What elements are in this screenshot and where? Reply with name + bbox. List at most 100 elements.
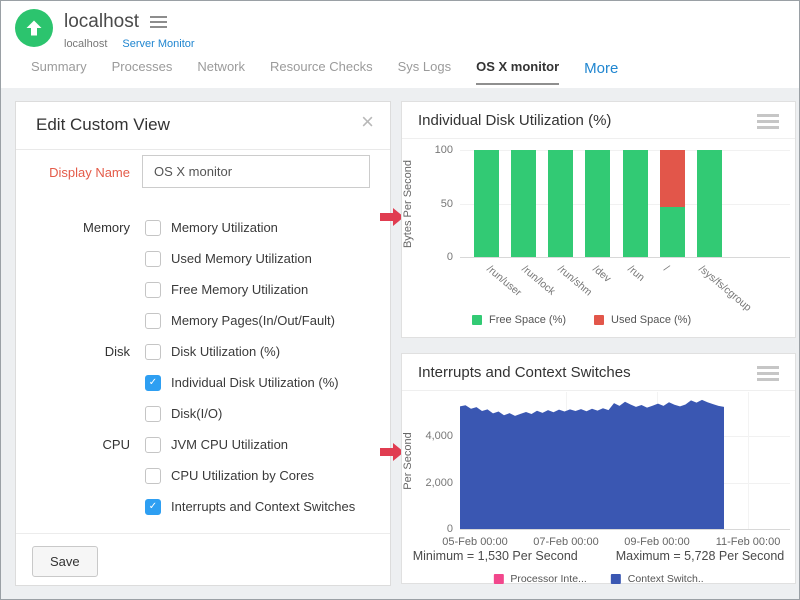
legend-swatch	[472, 315, 482, 325]
maximum-value: Maximum = 5,728 Per Second	[616, 549, 785, 563]
bar-/	[660, 150, 685, 257]
y-tick: 2,000	[425, 477, 453, 489]
tab-sys-logs[interactable]: Sys Logs	[398, 59, 451, 83]
x-tick-label: 07-Feb 00:00	[533, 536, 598, 548]
bar-/run	[623, 150, 648, 257]
checkbox-row: Disk Disk Utilization (%)	[16, 336, 390, 367]
checkbox-row: Used Memory Utilization	[16, 243, 390, 274]
checkbox-row: Disk(I/O)	[16, 398, 390, 429]
disk-chart-plot: Bytes Per Second 100500 /run/user/run/lo…	[460, 150, 790, 258]
x-tick-label: /	[661, 263, 671, 274]
legend-item: Processor Inte...	[493, 573, 586, 585]
checkbox-row: Memory Pages(In/Out/Fault)	[16, 305, 390, 336]
disk-chart-legend: Free Space (%)Used Space (%)	[472, 314, 691, 326]
checkbox-cpu-utilization-by-cores[interactable]	[145, 468, 161, 484]
disk-chart-bars	[474, 150, 722, 257]
interrupts-chart-legend: Processor Inte...Context Switch..	[493, 573, 703, 585]
checkbox-jvm-cpu-utilization[interactable]	[145, 437, 161, 453]
legend-swatch	[594, 315, 604, 325]
checkbox-label: Memory Utilization	[171, 220, 278, 235]
x-tick-label: 11-Feb 00:00	[716, 536, 781, 548]
group-label: Memory	[16, 220, 130, 235]
interrupts-summary: Minimum = 1,530 Per Second Maximum = 5,7…	[402, 549, 795, 563]
checkbox-memory-utilization[interactable]	[145, 220, 161, 236]
y-tick: 50	[441, 198, 453, 210]
checkbox-label: Disk(I/O)	[171, 406, 222, 421]
app-window: localhost localhost Server Monitor Summa…	[0, 0, 800, 600]
bar-/run/shm	[548, 150, 573, 257]
monitor-status-avatar	[15, 9, 53, 47]
bar-/run/lock	[511, 150, 536, 257]
group-label: Disk	[16, 344, 130, 359]
x-tick-label: /run/lock	[519, 263, 557, 298]
page-title: localhost	[64, 11, 139, 33]
interrupts-chart-header: Interrupts and Context Switches	[402, 354, 795, 391]
checkbox-label: Used Memory Utilization	[171, 251, 312, 266]
y-tick: 100	[435, 144, 453, 156]
disk-chart-header: Individual Disk Utilization (%)	[402, 102, 795, 139]
y-tick: 0	[447, 523, 453, 535]
checkbox-label: Individual Disk Utilization (%)	[171, 375, 339, 390]
legend-swatch	[611, 574, 621, 584]
panel-header: Edit Custom View ×	[16, 102, 390, 150]
checkbox-label: Free Memory Utilization	[171, 282, 308, 297]
breadcrumb-server-monitor-link[interactable]: Server Monitor	[122, 38, 194, 50]
checkbox-label: Disk Utilization (%)	[171, 344, 280, 359]
panel-footer: Save	[16, 533, 390, 586]
breadcrumb-host: localhost	[64, 38, 107, 50]
checkbox-row: ✓ Individual Disk Utilization (%)	[16, 367, 390, 398]
checkbox-label: JVM CPU Utilization	[171, 437, 288, 452]
legend-swatch	[493, 574, 503, 584]
interrupts-area-series	[460, 392, 790, 529]
checkbox-label: Memory Pages(In/Out/Fault)	[171, 313, 335, 328]
disk-chart-title: Individual Disk Utilization (%)	[418, 112, 611, 129]
tab-resource-checks[interactable]: Resource Checks	[270, 59, 373, 83]
bar-/dev	[585, 150, 610, 257]
close-icon[interactable]: ×	[361, 111, 374, 133]
tab-network[interactable]: Network	[197, 59, 245, 83]
display-name-input[interactable]	[142, 155, 370, 188]
interrupts-card: Interrupts and Context Switches Per Seco…	[401, 353, 796, 584]
group-label: CPU	[16, 437, 130, 452]
disk-utilization-card: Individual Disk Utilization (%) Bytes Pe…	[401, 101, 796, 338]
x-tick-label: 09-Feb 00:00	[624, 536, 689, 548]
checkbox-free-memory-utilization[interactable]	[145, 282, 161, 298]
chart-menu-icon[interactable]	[757, 366, 779, 384]
checkbox-row: Free Memory Utilization	[16, 274, 390, 305]
x-tick-label: /run/shm	[555, 263, 594, 298]
legend-item: Free Space (%)	[472, 314, 566, 326]
interrupts-chart-y-axis-label: Per Second	[402, 432, 414, 489]
x-tick-label: /run	[626, 263, 648, 284]
bar-/run/user	[474, 150, 499, 257]
checkbox-label: Interrupts and Context Switches	[171, 499, 355, 514]
title-menu-icon[interactable]	[150, 13, 167, 31]
display-name-label: Display Name	[16, 165, 130, 180]
x-tick-label: /dev	[590, 263, 613, 285]
tab-os-x-monitor[interactable]: OS X monitor	[476, 59, 559, 85]
checkbox-disk-utilization-[interactable]	[145, 344, 161, 360]
checkbox-list: Memory Memory Utilization Used Memory Util…	[16, 212, 390, 522]
minimum-value: Minimum = 1,530 Per Second	[413, 549, 578, 563]
breadcrumb: localhost Server Monitor	[64, 38, 195, 50]
interrupts-chart-title: Interrupts and Context Switches	[418, 364, 631, 381]
up-arrow-icon	[24, 18, 44, 38]
tab-processes[interactable]: Processes	[112, 59, 173, 83]
checkbox-row: CPU JVM CPU Utilization	[16, 429, 390, 460]
checkbox-row: ✓ Interrupts and Context Switches	[16, 491, 390, 522]
checkbox-memory-pages-in-out-fault-[interactable]	[145, 313, 161, 329]
tab-more[interactable]: More	[584, 59, 618, 77]
checkbox-disk-i-o-[interactable]	[145, 406, 161, 422]
checkbox-individual-disk-utilization-[interactable]: ✓	[145, 375, 161, 391]
y-tick: 4,000	[425, 430, 453, 442]
checkbox-used-memory-utilization[interactable]	[145, 251, 161, 267]
tab-summary[interactable]: Summary	[31, 59, 87, 83]
x-tick-label: /run/user	[484, 263, 523, 299]
checkbox-label: CPU Utilization by Cores	[171, 468, 314, 483]
panel-title: Edit Custom View	[36, 115, 170, 135]
save-button[interactable]: Save	[32, 546, 98, 577]
tab-bar: Summary Processes Network Resource Checks Sy…	[31, 59, 618, 85]
interrupts-chart-plot: Per Second 4,0002,0000 05-Feb 00:0007-Fe…	[460, 392, 790, 530]
checkbox-interrupts-and-context-switches[interactable]: ✓	[145, 499, 161, 515]
chart-menu-icon[interactable]	[757, 114, 779, 132]
checkbox-row: Memory Memory Utilization	[16, 212, 390, 243]
